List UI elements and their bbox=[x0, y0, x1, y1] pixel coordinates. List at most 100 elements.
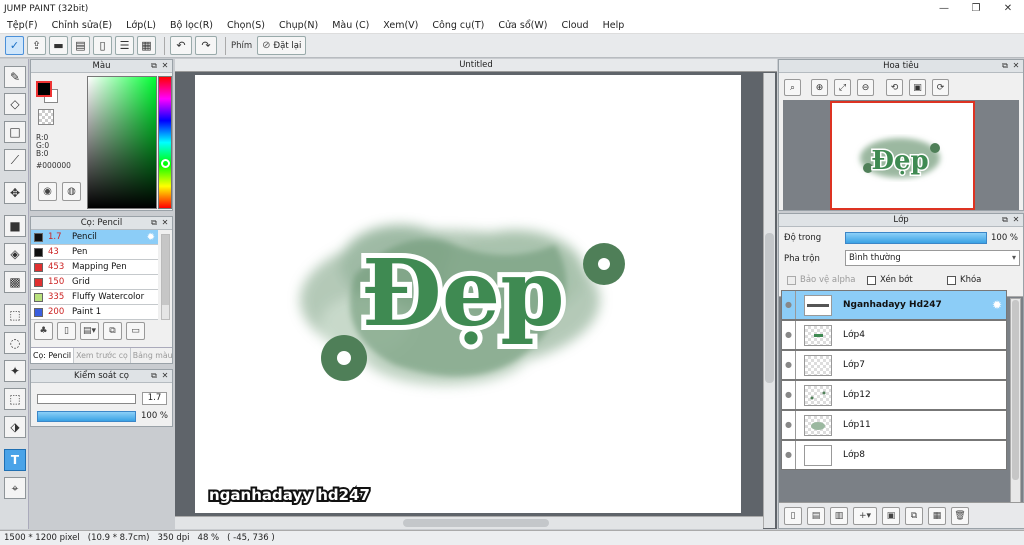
layer-mask-icon[interactable]: ▦ bbox=[928, 506, 946, 525]
float-icon[interactable]: ⧉ bbox=[1000, 61, 1010, 71]
grid-check-icon[interactable]: ▦ bbox=[137, 36, 156, 55]
menu-filter[interactable]: Bộ lọc(R) bbox=[163, 20, 220, 31]
close-icon[interactable]: ✕ bbox=[1011, 61, 1021, 71]
list-icon[interactable]: ☰ bbox=[115, 36, 134, 55]
select-rect-tool-icon[interactable]: ⬚ bbox=[4, 304, 26, 326]
rotate-right-icon[interactable]: ⟳ bbox=[932, 79, 949, 96]
float-icon[interactable]: ⧉ bbox=[149, 218, 159, 228]
menu-tools[interactable]: Công cụ(T) bbox=[425, 20, 491, 31]
undo-icon[interactable]: ↶ bbox=[170, 36, 192, 55]
folder-icon[interactable]: ▭ bbox=[126, 322, 145, 340]
brush-tool-icon[interactable]: ✎ bbox=[4, 66, 26, 88]
layer-row[interactable]: ● Lớp12 bbox=[781, 380, 1007, 410]
page-icon[interactable]: ▯ bbox=[93, 36, 112, 55]
brush-list-scrollbar[interactable] bbox=[161, 234, 170, 320]
gear-icon[interactable]: ✹ bbox=[147, 232, 155, 243]
protect-alpha-checkbox[interactable]: Bảo vệ alpha bbox=[787, 275, 855, 285]
scrollbar-thumb[interactable] bbox=[765, 233, 774, 383]
layer-row[interactable]: ● Nganhadayy Hd247 ✹ bbox=[781, 290, 1007, 320]
move-tool-icon[interactable]: ✥ bbox=[4, 182, 26, 204]
visibility-icon[interactable]: ● bbox=[782, 411, 796, 439]
duplicate-layer-icon[interactable]: ⧉ bbox=[905, 506, 923, 525]
reset-button[interactable]: ⊘ Đặt lại bbox=[257, 36, 307, 55]
brush-opacity-slider[interactable] bbox=[37, 411, 136, 422]
document-tab[interactable]: Untitled bbox=[175, 59, 777, 72]
drawing-canvas[interactable]: Đẹp nganhadayy hd247 bbox=[195, 75, 741, 513]
visibility-icon[interactable]: ● bbox=[782, 441, 796, 469]
comment-icon[interactable]: ▤ bbox=[71, 36, 90, 55]
add-layer-menu-icon[interactable]: +▾ bbox=[853, 506, 877, 525]
gear-icon[interactable]: ✹ bbox=[992, 298, 1002, 312]
zoom-icon[interactable]: ⌕ bbox=[784, 79, 801, 96]
line-tool-icon[interactable]: ⟋ bbox=[4, 149, 26, 171]
brush-size-slider[interactable] bbox=[37, 394, 136, 404]
gradient-tool-icon[interactable]: ▩ bbox=[4, 271, 26, 293]
menu-file[interactable]: Tệp(F) bbox=[0, 20, 45, 31]
select-pen-tool-icon[interactable]: ⬚ bbox=[4, 388, 26, 410]
float-icon[interactable]: ⧉ bbox=[149, 61, 159, 71]
zoom-out-icon[interactable]: ⊖ bbox=[857, 79, 874, 96]
layer-list-scrollbar[interactable] bbox=[1010, 298, 1021, 503]
brush-item[interactable]: 150 Grid bbox=[31, 275, 158, 290]
close-icon[interactable]: ✕ bbox=[1011, 215, 1021, 225]
scrollbar-thumb[interactable] bbox=[162, 235, 169, 305]
saturation-value-picker[interactable] bbox=[87, 76, 157, 209]
brush-item[interactable]: 43 Pen bbox=[31, 245, 158, 260]
layer-row[interactable]: ● Lớp7 bbox=[781, 350, 1007, 380]
float-icon[interactable]: ⧉ bbox=[1000, 215, 1010, 225]
rectangle-tool-icon[interactable]: □ bbox=[4, 121, 26, 143]
transparent-color-swatch[interactable] bbox=[38, 109, 54, 125]
eraser-tool-icon[interactable]: ◇ bbox=[4, 93, 26, 115]
new-layer-copy-icon[interactable]: ▤ bbox=[807, 506, 825, 525]
palette-picker-icon[interactable]: ◍ bbox=[62, 182, 81, 201]
magic-wand-tool-icon[interactable]: ✦ bbox=[4, 360, 26, 382]
brush-menu-icon[interactable]: ▤▾ bbox=[80, 322, 99, 340]
menu-cloud[interactable]: Cloud bbox=[554, 20, 595, 31]
menu-view[interactable]: Xem(V) bbox=[376, 20, 425, 31]
fit-screen-icon[interactable]: ⤢ bbox=[834, 79, 851, 96]
menu-color[interactable]: Màu (C) bbox=[325, 20, 376, 31]
navigator-preview[interactable]: Đẹp bbox=[783, 100, 1019, 210]
visibility-icon[interactable]: ● bbox=[782, 321, 796, 349]
menu-edit[interactable]: Chỉnh sửa(E) bbox=[45, 20, 120, 31]
tab-brush-preview[interactable]: Xem trước cọ bbox=[74, 348, 131, 363]
tab-swatches[interactable]: Bảng màu bbox=[131, 348, 176, 363]
lasso-tool-icon[interactable]: ◌ bbox=[4, 332, 26, 354]
layer-row[interactable]: ● Lớp4 bbox=[781, 320, 1007, 350]
palette-icon[interactable]: ◉ bbox=[38, 182, 57, 201]
hue-slider[interactable] bbox=[158, 76, 172, 209]
visibility-icon[interactable]: ● bbox=[782, 351, 796, 379]
hue-slider-knob[interactable] bbox=[161, 159, 170, 168]
new-brush-icon[interactable]: ▯ bbox=[57, 322, 76, 340]
lock-checkbox[interactable]: Khóa bbox=[947, 275, 981, 285]
rotate-left-icon[interactable]: ⟲ bbox=[886, 79, 903, 96]
visibility-icon[interactable]: ● bbox=[782, 381, 796, 409]
menu-select[interactable]: Chọn(S) bbox=[220, 20, 272, 31]
visibility-icon[interactable]: ● bbox=[782, 291, 796, 319]
close-button[interactable]: ✕ bbox=[992, 0, 1024, 17]
brush-item[interactable]: 200 Paint 1 bbox=[31, 305, 158, 320]
tab-brush[interactable]: Cọ: Pencil bbox=[31, 348, 75, 363]
menu-help[interactable]: Help bbox=[596, 20, 632, 31]
brush-item[interactable]: 453 Mapping Pen bbox=[31, 260, 158, 275]
new-layer-icon[interactable]: ▯ bbox=[784, 506, 802, 525]
text-tool-icon[interactable]: T bbox=[4, 449, 26, 471]
scrollbar-thumb[interactable] bbox=[1012, 300, 1019, 480]
close-icon[interactable]: ✕ bbox=[160, 371, 170, 381]
layer-row[interactable]: ● Lớp11 bbox=[781, 410, 1007, 440]
clipping-checkbox[interactable]: Xén bớt bbox=[867, 275, 913, 285]
canvas-horizontal-scrollbar[interactable] bbox=[175, 516, 763, 529]
bucket-tool-icon[interactable]: ◈ bbox=[4, 243, 26, 265]
canvas-vertical-scrollbar[interactable] bbox=[763, 73, 775, 528]
eyedropper-tool-icon[interactable]: ⌖ bbox=[4, 477, 26, 499]
redo-icon[interactable]: ↷ bbox=[195, 36, 217, 55]
navigator-thumbnail[interactable]: Đẹp bbox=[830, 101, 975, 210]
merge-layer-icon[interactable]: ▣ bbox=[882, 506, 900, 525]
check-icon[interactable]: ✓ bbox=[5, 36, 24, 55]
zoom-in-icon[interactable]: ⊕ bbox=[811, 79, 828, 96]
brush-size-input[interactable]: 1.7 bbox=[142, 392, 167, 405]
brush-settings-icon[interactable]: ♣ bbox=[34, 322, 53, 340]
menu-layer[interactable]: Lớp(L) bbox=[119, 20, 163, 31]
restore-button[interactable]: ❐ bbox=[960, 0, 992, 17]
fit-icon[interactable]: ▣ bbox=[909, 79, 926, 96]
